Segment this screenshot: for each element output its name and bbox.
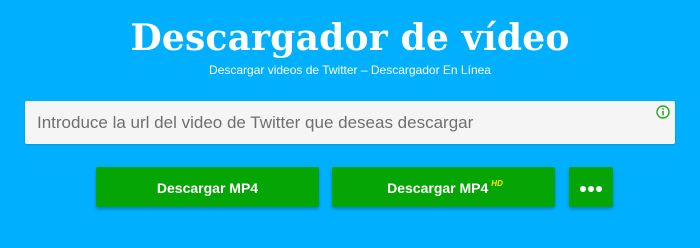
url-input[interactable] — [25, 101, 645, 144]
page-title: Descargador de vídeo — [130, 17, 570, 59]
page-subtitle: Descargar videos de Twitter – Descargado… — [209, 63, 491, 77]
info-icon[interactable] — [656, 105, 670, 119]
download-mp4-hd-label: Descargar MP4 — [387, 180, 489, 196]
url-input-container — [25, 101, 675, 144]
more-options-button[interactable] — [569, 167, 613, 207]
download-mp4-button[interactable]: Descargar MP4 — [96, 167, 319, 207]
download-mp4-label: Descargar MP4 — [156, 180, 259, 196]
hd-badge: HD — [491, 179, 503, 188]
page: Descargador de vídeo Descargar videos de… — [0, 0, 700, 248]
more-dots-icon — [579, 168, 603, 208]
download-mp4-hd-button[interactable]: Descargar MP4 HD — [332, 167, 555, 207]
